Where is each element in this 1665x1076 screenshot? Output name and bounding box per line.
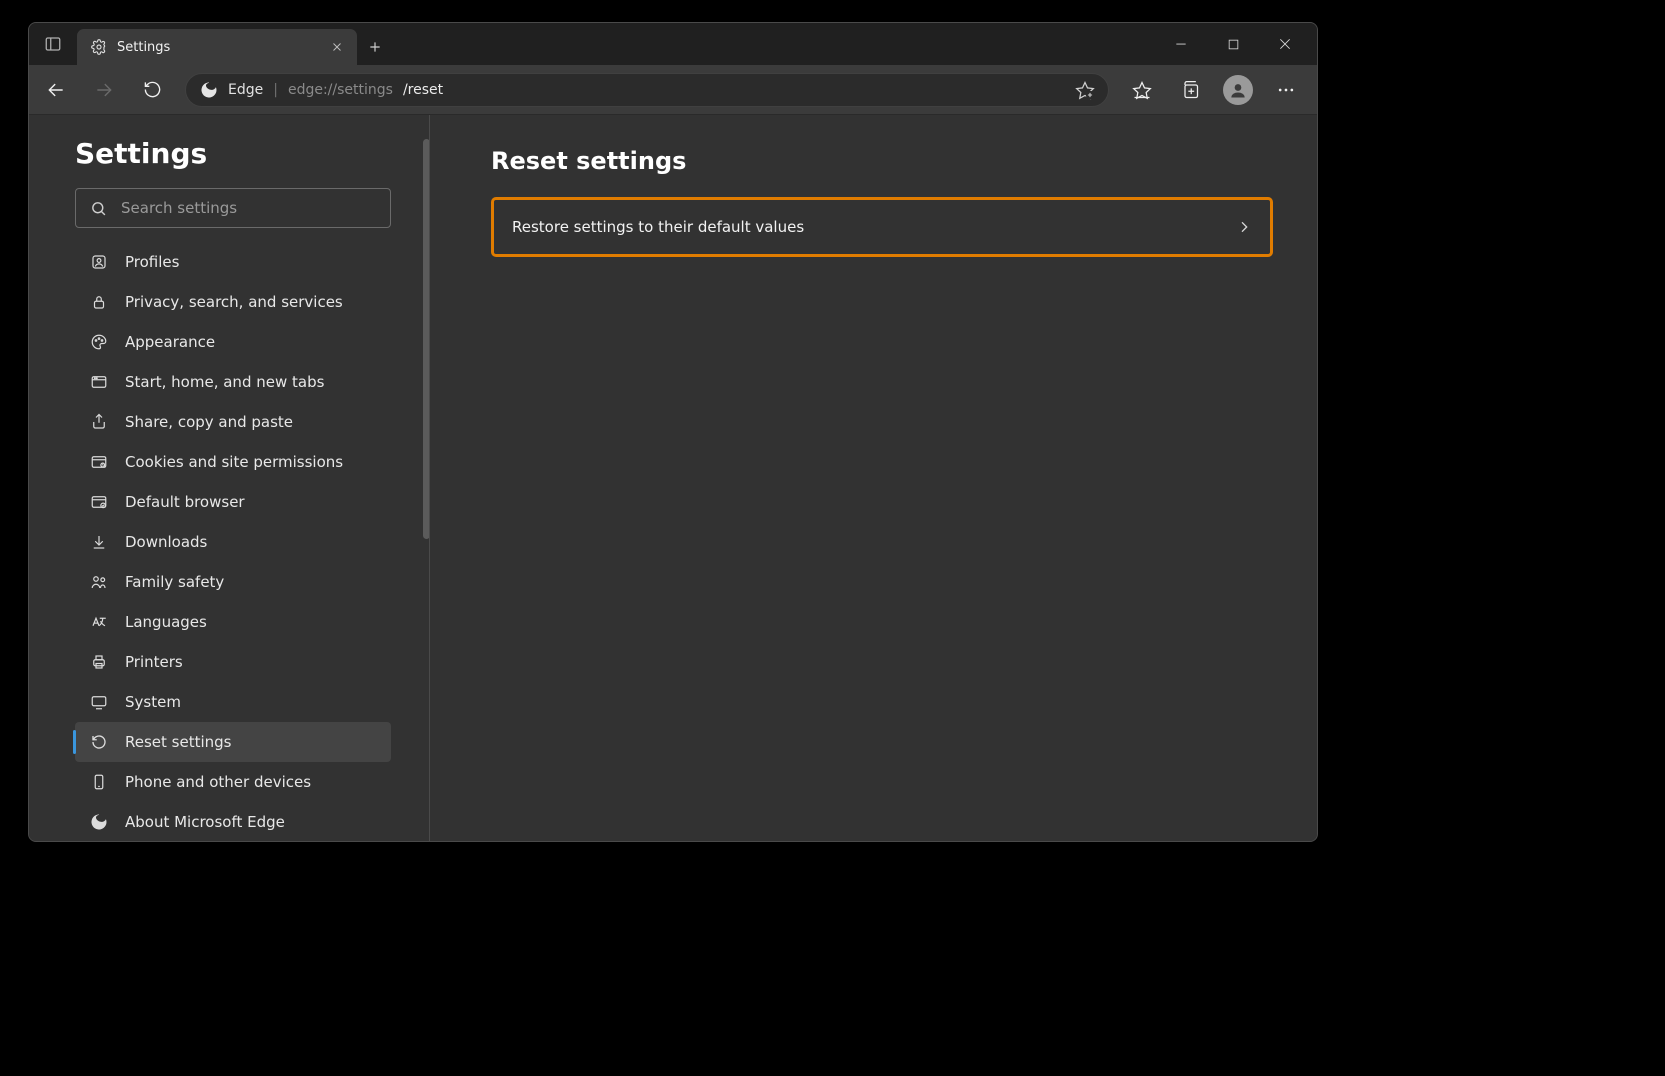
content-body: Settings Profiles Privacy, search, and se… (29, 115, 1317, 841)
restore-defaults-row[interactable]: Restore settings to their default values (491, 197, 1273, 257)
share-icon (89, 412, 109, 432)
sidebar-item-appearance[interactable]: Appearance (75, 322, 391, 362)
add-favorite-button[interactable] (1070, 75, 1100, 105)
sidebar-item-label: Privacy, search, and services (125, 293, 343, 311)
favorites-button[interactable] (1121, 71, 1163, 109)
avatar-icon (1223, 75, 1253, 105)
sidebar-item-default-browser[interactable]: Default browser (75, 482, 391, 522)
sidebar-item-profiles[interactable]: Profiles (75, 242, 391, 282)
vertical-tabs-button[interactable] (29, 23, 77, 65)
sidebar-item-languages[interactable]: Languages (75, 602, 391, 642)
system-icon (89, 692, 109, 712)
url-host: edge://settings (288, 82, 393, 98)
phone-icon (89, 772, 109, 792)
sidebar-item-label: Family safety (125, 573, 224, 591)
sidebar-item-label: Default browser (125, 493, 245, 511)
new-tab-button[interactable] (357, 29, 393, 65)
sidebar-item-phone-and-other-devices[interactable]: Phone and other devices (75, 762, 391, 802)
sidebar-item-label: Languages (125, 613, 207, 631)
sidebar-item-label: Start, home, and new tabs (125, 373, 324, 391)
sidebar-item-label: About Microsoft Edge (125, 813, 285, 831)
profile-button[interactable] (1217, 71, 1259, 109)
page-title: Settings (75, 137, 419, 170)
default-browser-icon (89, 492, 109, 512)
printer-icon (89, 652, 109, 672)
sidebar-item-label: Phone and other devices (125, 773, 311, 791)
tab-settings[interactable]: Settings (77, 29, 357, 65)
lock-icon (89, 292, 109, 312)
search-input[interactable] (121, 199, 376, 217)
edge-icon (89, 812, 109, 832)
tab-title: Settings (117, 40, 317, 55)
sidebar-item-label: Printers (125, 653, 183, 671)
sidebar-item-label: Appearance (125, 333, 215, 351)
toolbar: Edge | edge://settings/reset (29, 65, 1317, 115)
sidebar-item-privacy-search-and-services[interactable]: Privacy, search, and services (75, 282, 391, 322)
cookies-icon (89, 452, 109, 472)
edge-logo-icon (200, 81, 218, 99)
newtab-icon (89, 372, 109, 392)
section-heading: Reset settings (491, 147, 1273, 175)
url-path: /reset (403, 82, 443, 98)
download-icon (89, 532, 109, 552)
settings-nav: Profiles Privacy, search, and services App… (75, 242, 419, 842)
profile-icon (89, 252, 109, 272)
sidebar-item-label: Downloads (125, 533, 207, 551)
refresh-button[interactable] (131, 71, 173, 109)
site-identity[interactable]: Edge | (200, 81, 278, 99)
maximize-button[interactable] (1221, 32, 1245, 56)
sidebar-item-label: System (125, 693, 181, 711)
settings-sidebar: Settings Profiles Privacy, search, and se… (29, 115, 429, 841)
forward-button[interactable] (83, 71, 125, 109)
site-product-label: Edge (228, 82, 263, 98)
divider (429, 115, 430, 841)
main-panel: Reset settings Restore settings to their… (429, 115, 1317, 841)
gear-icon (91, 39, 107, 55)
family-icon (89, 572, 109, 592)
more-button[interactable] (1265, 71, 1307, 109)
sidebar-item-printers[interactable]: Printers (75, 642, 391, 682)
sidebar-item-label: Cookies and site permissions (125, 453, 343, 471)
separator: | (273, 82, 278, 98)
browser-window: Settings Edge (28, 22, 1318, 842)
sidebar-item-downloads[interactable]: Downloads (75, 522, 391, 562)
collections-button[interactable] (1169, 71, 1211, 109)
back-button[interactable] (35, 71, 77, 109)
address-bar[interactable]: Edge | edge://settings/reset (185, 73, 1109, 107)
sidebar-item-reset-settings[interactable]: Reset settings (75, 722, 391, 762)
close-window-button[interactable] (1273, 32, 1297, 56)
sidebar-item-label: Share, copy and paste (125, 413, 293, 431)
sidebar-item-cookies-and-site-permissions[interactable]: Cookies and site permissions (75, 442, 391, 482)
search-icon (90, 200, 107, 217)
sidebar-item-label: Reset settings (125, 733, 232, 751)
reset-icon (89, 732, 109, 752)
sidebar-item-system[interactable]: System (75, 682, 391, 722)
minimize-button[interactable] (1169, 32, 1193, 56)
tab-close-button[interactable] (327, 37, 347, 57)
language-icon (89, 612, 109, 632)
sidebar-item-share-copy-and-paste[interactable]: Share, copy and paste (75, 402, 391, 442)
palette-icon (89, 332, 109, 352)
search-settings-box[interactable] (75, 188, 391, 228)
sidebar-item-label: Profiles (125, 253, 179, 271)
chevron-right-icon (1236, 219, 1252, 235)
tab-strip: Settings (29, 23, 1317, 65)
sidebar-item-about-microsoft-edge[interactable]: About Microsoft Edge (75, 802, 391, 842)
restore-defaults-label: Restore settings to their default values (512, 218, 804, 236)
sidebar-item-family-safety[interactable]: Family safety (75, 562, 391, 602)
sidebar-item-start-home-and-new-tabs[interactable]: Start, home, and new tabs (75, 362, 391, 402)
window-controls (1169, 23, 1311, 65)
